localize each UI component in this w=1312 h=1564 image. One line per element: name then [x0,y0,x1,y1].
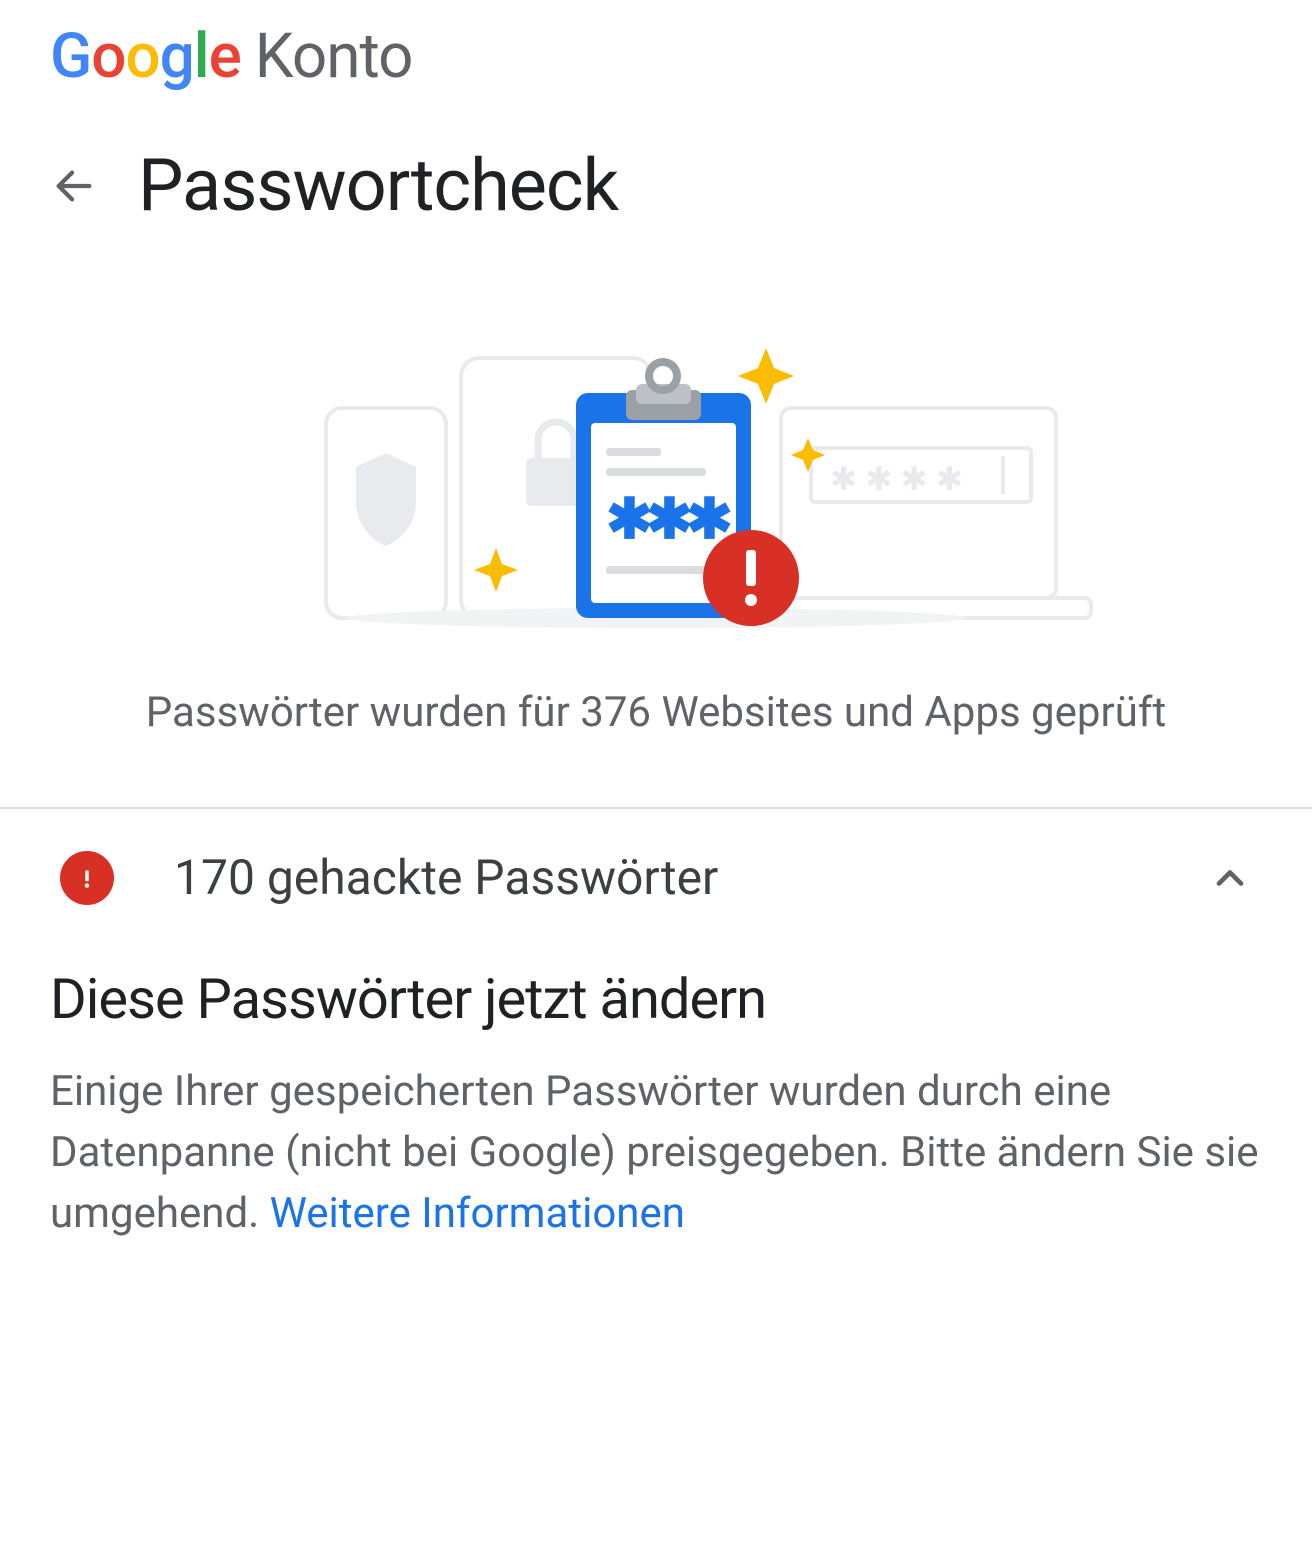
chevron-up-icon [1208,856,1252,900]
page-title: Passwortcheck [138,143,618,228]
page-title-row: Passwortcheck [0,103,1312,258]
alert-icon [60,851,114,905]
summary-text: Passwörter wurden für 376 Websites und A… [0,668,1312,807]
details-body: Einige Ihrer gespeicherten Passwörter wu… [50,1062,1262,1245]
google-logo: Google [50,26,241,88]
learn-more-link[interactable]: Weitere Informationen [270,1189,685,1238]
brand-product-label: Konto [255,20,413,93]
svg-text:✱✱✱✱: ✱✱✱✱ [831,451,972,500]
compromised-count-label: 170 gehackte Passwörter [174,849,1208,906]
details-heading: Diese Passwörter jetzt ändern [50,966,1262,1032]
hero-illustration: ✱✱✱✱ ✱ ✱ ✱ [0,258,1312,668]
back-arrow-icon[interactable] [50,162,98,210]
details-panel: Diese Passwörter jetzt ändern Einige Ihr… [0,946,1312,1285]
compromised-passwords-accordion[interactable]: 170 gehackte Passwörter [0,807,1312,946]
app-header: Google Konto [0,0,1312,103]
